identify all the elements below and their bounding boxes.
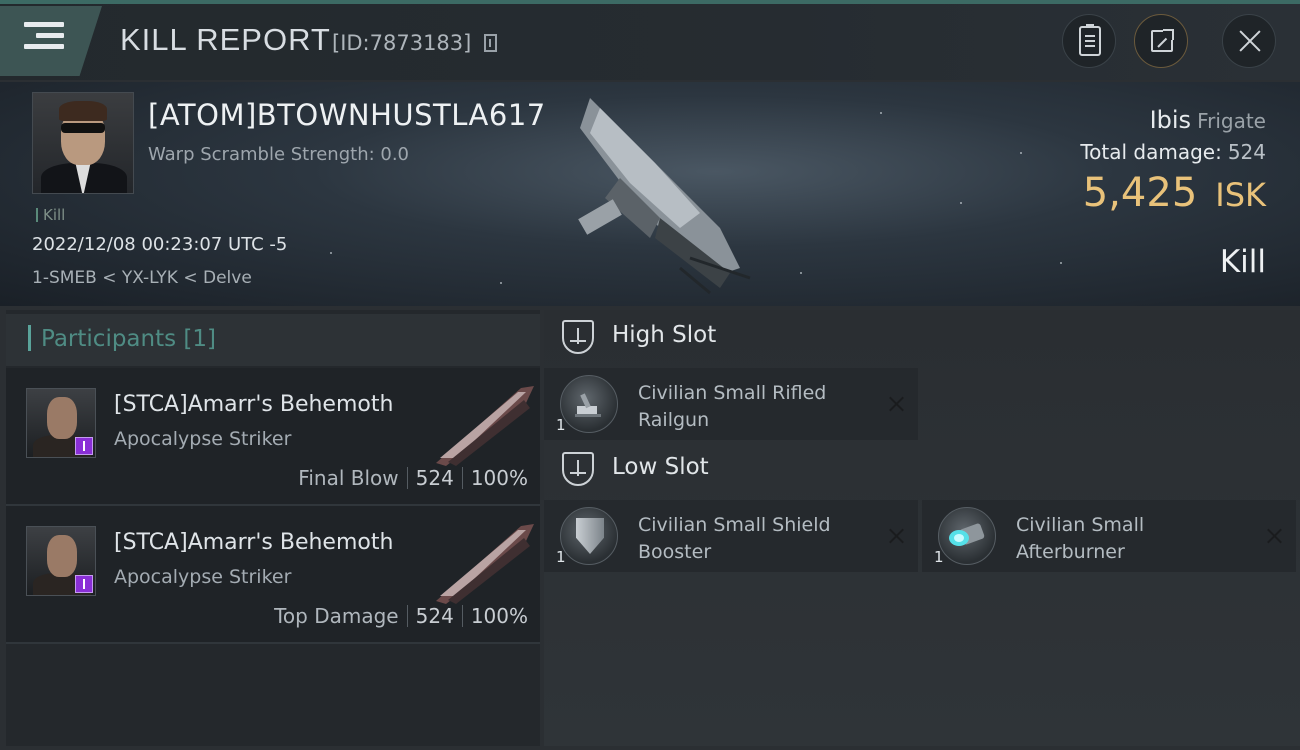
participant-portrait[interactable] bbox=[26, 526, 96, 596]
participant-ship: Apocalypse Striker bbox=[114, 566, 292, 588]
module-quantity: 1 bbox=[934, 548, 944, 566]
isk-value: 5,425 bbox=[1082, 170, 1198, 216]
shield-booster-icon bbox=[560, 507, 618, 565]
participant-damage: 524 bbox=[415, 466, 454, 490]
total-damage: Total damage: 524 bbox=[1080, 140, 1266, 164]
report-id: [ID:7873183] bbox=[332, 31, 472, 55]
participant-stats: Top Damage 524 100% bbox=[274, 604, 528, 628]
module-name: Civilian Small Shield Booster bbox=[638, 514, 831, 563]
warp-scramble-strength: Warp Scramble Strength: 0.0 bbox=[148, 144, 410, 165]
low-slot-title: Low Slot bbox=[612, 454, 709, 480]
victim-ship-image[interactable] bbox=[560, 88, 760, 298]
module-item[interactable]: 1 Civilian Small Afterburner bbox=[922, 500, 1296, 572]
ship-name: Ibis bbox=[1149, 106, 1192, 134]
page-title: KILL REPORT bbox=[120, 22, 331, 57]
kill-datetime: 2022/12/08 00:23:07 UTC -5 bbox=[32, 234, 288, 255]
destroyed-x-icon bbox=[1266, 528, 1282, 544]
victim-ship[interactable]: Ibis Frigate bbox=[1150, 106, 1266, 134]
participant-percent: 100% bbox=[470, 604, 528, 628]
high-slot-title: High Slot bbox=[612, 322, 717, 348]
kill-tag: Kill bbox=[36, 206, 65, 224]
module-item[interactable]: 1 Civilian Small Shield Booster bbox=[544, 500, 918, 572]
module-quantity: 1 bbox=[556, 548, 566, 566]
total-damage-label: Total damage: bbox=[1080, 140, 1222, 164]
module-name: Civilian Small Afterburner bbox=[1016, 514, 1145, 563]
copy-id-icon[interactable] bbox=[484, 34, 497, 52]
destroyed-x-icon bbox=[888, 396, 904, 412]
blow-label: Top Damage bbox=[274, 604, 399, 628]
participant-name: [STCA]Amarr's Behemoth bbox=[114, 530, 394, 555]
clipboard-button[interactable] bbox=[1062, 14, 1116, 68]
corp-badge-icon bbox=[75, 437, 93, 455]
destroyed-x-icon bbox=[888, 528, 904, 544]
low-slot-icon bbox=[562, 452, 594, 486]
participant-row[interactable]: [STCA]Amarr's Behemoth Apocalypse Strike… bbox=[6, 368, 540, 506]
module-quantity: 1 bbox=[556, 416, 566, 434]
total-damage-value: 524 bbox=[1227, 140, 1266, 164]
participant-damage: 524 bbox=[415, 604, 454, 628]
blow-label: Final Blow bbox=[298, 466, 399, 490]
corp-badge-icon bbox=[75, 575, 93, 593]
module-name: Civilian Small Rifled Railgun bbox=[638, 382, 827, 431]
participant-ship: Apocalypse Striker bbox=[114, 428, 292, 450]
participant-percent: 100% bbox=[470, 466, 528, 490]
participant-row[interactable]: [STCA]Amarr's Behemoth Apocalypse Strike… bbox=[6, 506, 540, 644]
close-button[interactable] bbox=[1222, 14, 1276, 68]
participant-stats: Final Blow 524 100% bbox=[298, 466, 528, 490]
railgun-icon bbox=[560, 375, 618, 433]
participant-portrait[interactable] bbox=[26, 388, 96, 458]
module-item[interactable]: 1 Civilian Small Rifled Railgun bbox=[544, 368, 918, 440]
kill-location[interactable]: 1-SMEB < YX-LYK < Delve bbox=[32, 268, 252, 288]
victim-portrait[interactable] bbox=[32, 92, 134, 194]
top-accent-line bbox=[0, 0, 1300, 4]
high-slot-icon bbox=[562, 320, 594, 354]
afterburner-icon bbox=[938, 507, 996, 565]
share-button[interactable] bbox=[1134, 14, 1188, 68]
participant-ship-image bbox=[436, 524, 534, 604]
isk-value-row: 5,425 ISK bbox=[1083, 170, 1266, 216]
share-icon bbox=[1151, 29, 1174, 52]
hamburger-menu-icon[interactable] bbox=[24, 22, 64, 54]
participants-title: Participants [1] bbox=[28, 325, 216, 352]
result-label: Kill bbox=[1219, 244, 1266, 280]
participant-ship-image bbox=[436, 386, 534, 466]
isk-unit: ISK bbox=[1215, 176, 1266, 214]
ship-class: Frigate bbox=[1197, 109, 1266, 133]
clipboard-icon bbox=[1079, 24, 1101, 56]
victim-name[interactable]: [ATOM]BTOWNHUSTLA617 bbox=[148, 98, 546, 132]
participant-name: [STCA]Amarr's Behemoth bbox=[114, 392, 394, 417]
